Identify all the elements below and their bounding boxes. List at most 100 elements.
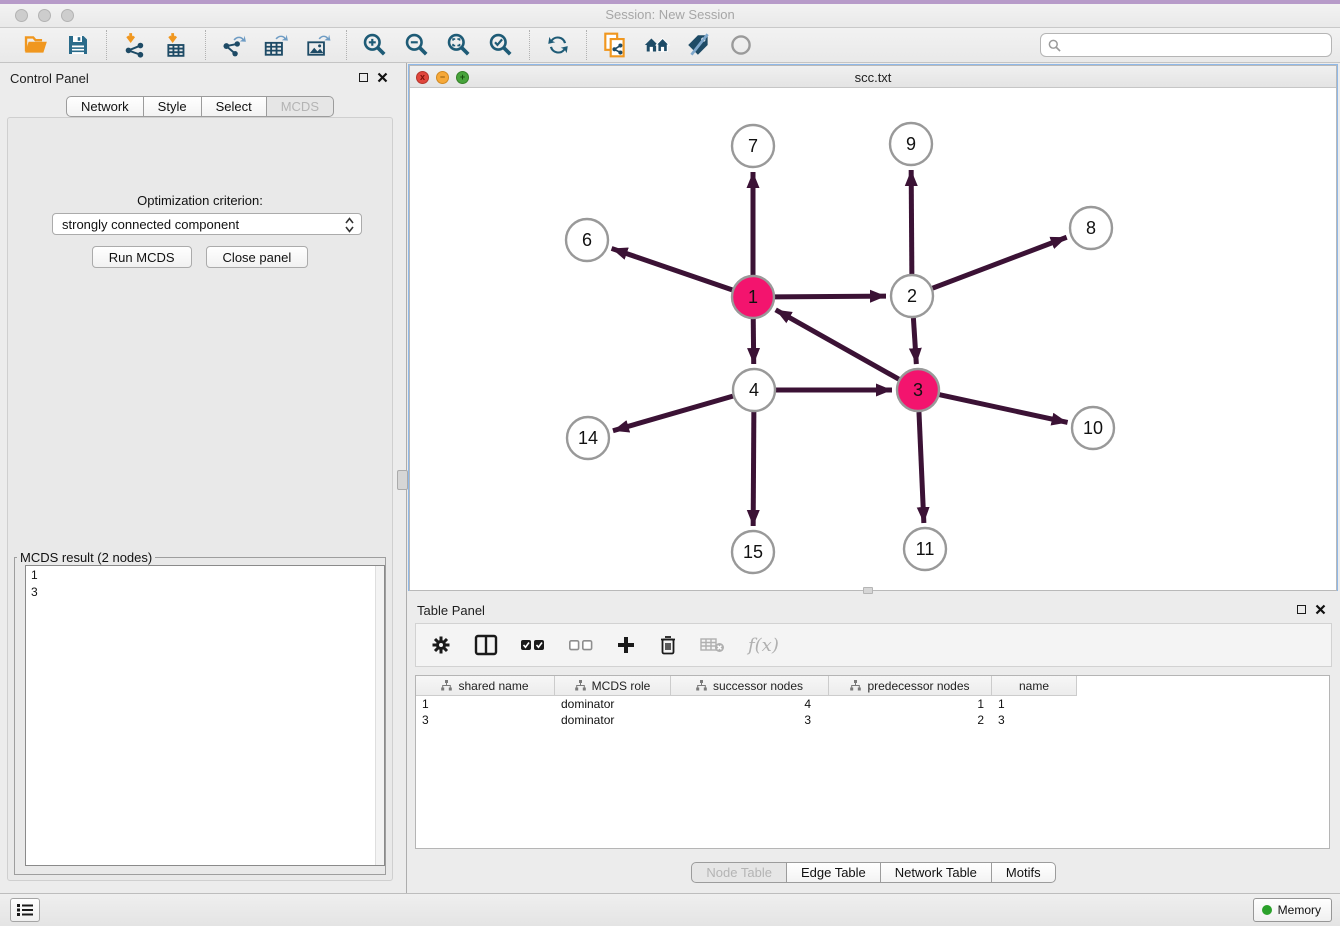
zoom-fit-icon[interactable] xyxy=(445,31,473,59)
table-toolbar: f(x) xyxy=(415,623,1332,667)
table-panel-float-icon[interactable] xyxy=(1297,605,1306,614)
column-tree-icon xyxy=(696,680,707,691)
vertical-splitter[interactable] xyxy=(400,63,407,893)
import-network-icon[interactable] xyxy=(121,31,149,59)
mcds-result-text[interactable]: 1 3 xyxy=(26,566,374,865)
show-columns-icon[interactable] xyxy=(474,634,498,656)
graph-node-9[interactable]: 9 xyxy=(890,123,932,165)
table-cell: 3 xyxy=(416,712,555,728)
control-panel-close-icon[interactable] xyxy=(377,72,388,83)
graph-node-4[interactable]: 4 xyxy=(733,369,775,411)
table-cell: dominator xyxy=(555,696,671,712)
search-input[interactable] xyxy=(1065,35,1331,55)
tab-edge-table[interactable]: Edge Table xyxy=(787,862,881,883)
graph-edge-4-14[interactable] xyxy=(613,396,733,431)
network-canvas-svg[interactable]: 7 9 6 8 1 2 4 3 14 10 15 11 xyxy=(410,88,1336,590)
graph-node-1[interactable]: 1 xyxy=(732,276,774,318)
open-session-icon[interactable] xyxy=(22,31,50,59)
task-list-icon xyxy=(17,903,33,917)
table-row[interactable]: 3dominator323 xyxy=(416,712,1329,728)
tab-network[interactable]: Network xyxy=(66,96,144,117)
apply-function-icon[interactable]: f(x) xyxy=(748,635,779,656)
column-header-predecessor-nodes[interactable]: predecessor nodes xyxy=(829,676,992,696)
import-table-icon[interactable] xyxy=(163,31,191,59)
column-header-successor-nodes[interactable]: successor nodes xyxy=(671,676,829,696)
main-region: Control Panel Network Style Select MCDS … xyxy=(0,63,1340,893)
export-network-icon[interactable] xyxy=(220,31,248,59)
graph-node-15[interactable]: 15 xyxy=(732,531,774,573)
save-session-icon[interactable] xyxy=(64,31,92,59)
svg-text:3: 3 xyxy=(913,380,923,400)
graph-edge-3-1[interactable] xyxy=(776,310,899,379)
delete-column-icon[interactable] xyxy=(658,634,678,656)
memory-button[interactable]: Memory xyxy=(1253,898,1332,922)
graph-edge-3-10[interactable] xyxy=(939,395,1067,423)
tab-network-table[interactable]: Network Table xyxy=(881,862,992,883)
svg-text:11: 11 xyxy=(916,539,935,559)
result-scrollbar[interactable] xyxy=(375,566,384,865)
graph-node-3[interactable]: 3 xyxy=(897,369,939,411)
graph-edge-2-3[interactable] xyxy=(913,318,916,364)
table-panel-close-icon[interactable] xyxy=(1315,604,1326,615)
control-panel-float-icon[interactable] xyxy=(359,73,368,82)
table-cell: 4 xyxy=(671,696,829,712)
table-cell: 3 xyxy=(992,712,1077,728)
refresh-network-icon[interactable] xyxy=(544,31,572,59)
graph-node-2[interactable]: 2 xyxy=(891,275,933,317)
deselect-all-icon[interactable] xyxy=(568,637,594,653)
hide-labels-icon[interactable] xyxy=(685,31,713,59)
table-options-icon[interactable] xyxy=(430,634,452,656)
graph-edge-3-11[interactable] xyxy=(919,412,924,523)
node-table[interactable]: shared nameMCDS rolesuccessor nodesprede… xyxy=(415,675,1330,849)
mcds-result-groupbox: MCDS result (2 nodes) 1 3 xyxy=(14,550,386,875)
graph-edge-2-9[interactable] xyxy=(911,170,912,274)
tab-select[interactable]: Select xyxy=(202,96,267,117)
export-table-icon[interactable] xyxy=(262,31,290,59)
show-graphics-details-icon[interactable] xyxy=(727,31,755,59)
status-bar: Memory xyxy=(0,893,1340,926)
column-header-name[interactable]: name xyxy=(992,676,1077,696)
zoom-selected-icon[interactable] xyxy=(487,31,515,59)
graph-node-8[interactable]: 8 xyxy=(1070,207,1112,249)
add-column-icon[interactable] xyxy=(616,635,636,655)
graph-node-10[interactable]: 10 xyxy=(1072,407,1114,449)
task-history-button[interactable] xyxy=(10,898,40,922)
graph-edge-1-6[interactable] xyxy=(612,248,733,289)
titlebar-accent xyxy=(0,0,1340,4)
control-panel-tabs: Network Style Select MCDS xyxy=(0,96,400,117)
tab-node-table[interactable]: Node Table xyxy=(691,862,787,883)
vertical-splitter-grip[interactable] xyxy=(397,470,408,490)
zoom-in-icon[interactable] xyxy=(361,31,389,59)
tab-motifs[interactable]: Motifs xyxy=(992,862,1056,883)
clone-network-icon[interactable] xyxy=(601,31,629,59)
export-image-icon[interactable] xyxy=(304,31,332,59)
fx-label: f(x) xyxy=(748,635,779,656)
graph-node-6[interactable]: 6 xyxy=(566,219,608,261)
graph-edge-4-15[interactable] xyxy=(753,412,754,526)
column-header-shared-name[interactable]: shared name xyxy=(416,676,555,696)
column-header-MCDS-role[interactable]: MCDS role xyxy=(555,676,671,696)
graph-edge-1-2[interactable] xyxy=(775,296,886,297)
criterion-dropdown[interactable]: strongly connected component xyxy=(52,213,362,235)
delete-table-icon[interactable] xyxy=(700,636,726,654)
table-cell: 1 xyxy=(416,696,555,712)
search-icon xyxy=(1048,39,1061,52)
run-mcds-button[interactable]: Run MCDS xyxy=(92,246,192,268)
horizontal-splitter-grip[interactable] xyxy=(863,587,873,594)
select-all-icon[interactable] xyxy=(520,637,546,653)
graph-edge-2-8[interactable] xyxy=(933,237,1067,288)
table-row[interactable]: 1dominator411 xyxy=(416,696,1329,712)
optimization-criterion-label: Optimization criterion: xyxy=(8,193,392,208)
close-panel-button[interactable]: Close panel xyxy=(206,246,309,268)
table-panel: Table Panel xyxy=(407,597,1340,893)
graph-node-7[interactable]: 7 xyxy=(732,125,774,167)
chevron-updown-icon xyxy=(345,217,354,233)
network-window-titlebar: x − + scc.txt xyxy=(410,66,1336,88)
graph-node-11[interactable]: 11 xyxy=(904,528,946,570)
tab-style[interactable]: Style xyxy=(144,96,202,117)
zoom-out-icon[interactable] xyxy=(403,31,431,59)
graph-node-14[interactable]: 14 xyxy=(567,417,609,459)
tab-mcds[interactable]: MCDS xyxy=(267,96,334,117)
titlebar: Session: New Session xyxy=(0,0,1340,28)
show-all-networks-icon[interactable] xyxy=(643,31,671,59)
